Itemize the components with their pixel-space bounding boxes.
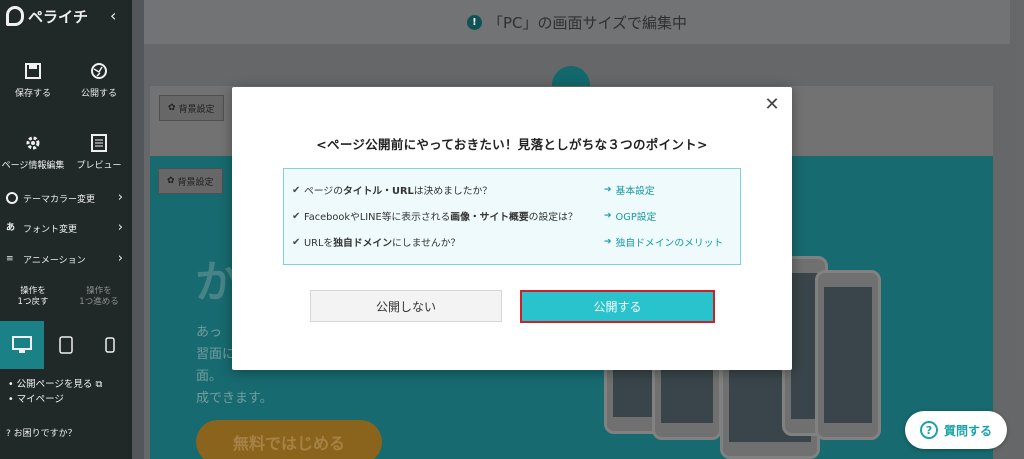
checkmark-icon: ✔ [292, 210, 301, 222]
publish-modal: ✕ <ページ公開前にやっておきたい！見落としがちな３つのポイント> ✔ ページの… [232, 87, 792, 370]
checklist: ✔ ページのタイトル・URLは決めましたか？ ➔ 基本設定 ✔ Facebookや… [283, 168, 741, 265]
checklist-item: ✔ FacebookやLINE等に表示される画像・サイト概要の設定は？ ➔ OGP… [292, 209, 657, 224]
arrow-right-icon: ➔ [604, 237, 612, 247]
ask-question-button[interactable]: ? 質問する [905, 411, 1007, 449]
arrow-right-icon: ➔ [604, 211, 612, 221]
do-not-publish-button[interactable]: 公開しない [310, 290, 502, 322]
modal-title: <ページ公開前にやっておきたい！見落としがちな３つのポイント> [316, 137, 708, 152]
ogp-settings-link[interactable]: ➔ OGP設定 [604, 209, 656, 223]
checklist-item: ✔ ページのタイトル・URLは決めましたか？ ➔ 基本設定 [292, 183, 655, 198]
checkmark-icon: ✔ [292, 184, 301, 196]
arrow-right-icon: ➔ [604, 185, 612, 195]
custom-domain-link[interactable]: ➔ 独自ドメインのメリット [604, 235, 723, 249]
checklist-item: ✔ URLを独自ドメインにしませんか？ ➔ 独自ドメインのメリット [292, 235, 724, 250]
question-icon: ? [919, 421, 938, 439]
checkmark-icon: ✔ [292, 236, 301, 248]
basic-settings-link[interactable]: ➔ 基本設定 [604, 183, 655, 197]
close-icon[interactable]: ✕ [762, 95, 782, 115]
publish-confirm-button[interactable]: 公開する [520, 290, 715, 323]
